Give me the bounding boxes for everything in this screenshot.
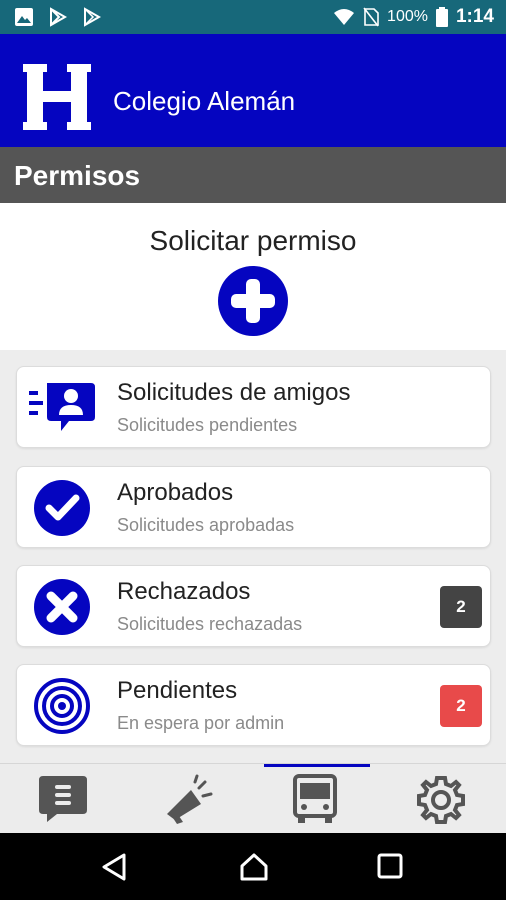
page-title: Permisos: [14, 160, 141, 191]
count-badge: 2: [440, 586, 482, 628]
check-circle-icon: [34, 480, 90, 536]
system-navigation-bar: [0, 833, 506, 900]
battery-icon: [435, 7, 448, 27]
chat-icon: [39, 776, 87, 822]
card-subtitle: Solicitudes pendientes: [117, 415, 298, 435]
nav-messages[interactable]: [0, 764, 126, 834]
request-permission-panel: Solicitar permiso: [0, 203, 506, 350]
play-store-outline-icon: [84, 7, 102, 27]
card-title: Pendientes: [117, 677, 238, 704]
friend-request-icon: [29, 383, 95, 431]
recents-icon[interactable]: [376, 852, 404, 880]
card-subtitle: Solicitudes rechazadas: [117, 614, 303, 634]
school-logo: [21, 62, 93, 132]
card-title: Aprobados: [117, 479, 234, 506]
status-bar: 100% 1:14: [0, 0, 506, 34]
app-header: Colegio Alemán: [0, 34, 506, 147]
nav-settings[interactable]: [378, 764, 504, 834]
count-badge: 2: [440, 685, 482, 727]
app-title: Colegio Alemán: [113, 86, 296, 116]
target-icon: [34, 678, 90, 734]
no-sim-icon: [363, 7, 379, 27]
bus-icon: [293, 774, 337, 823]
battery-percent: 100%: [387, 8, 428, 25]
card-friend-requests[interactable]: Solicitudes de amigos Solicitudes pendie…: [16, 366, 491, 448]
card-subtitle: En espera por admin: [117, 713, 285, 733]
wifi-icon: [334, 9, 355, 25]
image-icon: [15, 8, 33, 26]
home-icon[interactable]: [239, 852, 269, 882]
card-title: Solicitudes de amigos: [117, 379, 351, 406]
megaphone-icon: [167, 774, 213, 824]
card-rejected[interactable]: Rechazados Solicitudes rechazadas 2: [16, 565, 491, 647]
request-permission-label: Solicitar permiso: [149, 225, 357, 256]
section-header: Permisos: [0, 147, 506, 203]
card-title: Rechazados: [117, 578, 251, 605]
card-pending[interactable]: Pendientes En espera por admin 2: [16, 664, 491, 746]
clock: 1:14: [455, 6, 494, 27]
nav-transport[interactable]: [252, 764, 378, 834]
card-approved[interactable]: Aprobados Solicitudes aprobadas: [16, 466, 491, 548]
bottom-navigation: [0, 763, 506, 833]
card-subtitle: Solicitudes aprobadas: [117, 515, 295, 535]
plus-circle-icon[interactable]: [217, 265, 289, 337]
settings-icon: [417, 776, 465, 824]
x-circle-icon: [34, 579, 90, 635]
nav-announcements[interactable]: [126, 764, 252, 834]
play-store-icon: [50, 7, 68, 27]
back-icon[interactable]: [100, 852, 128, 882]
